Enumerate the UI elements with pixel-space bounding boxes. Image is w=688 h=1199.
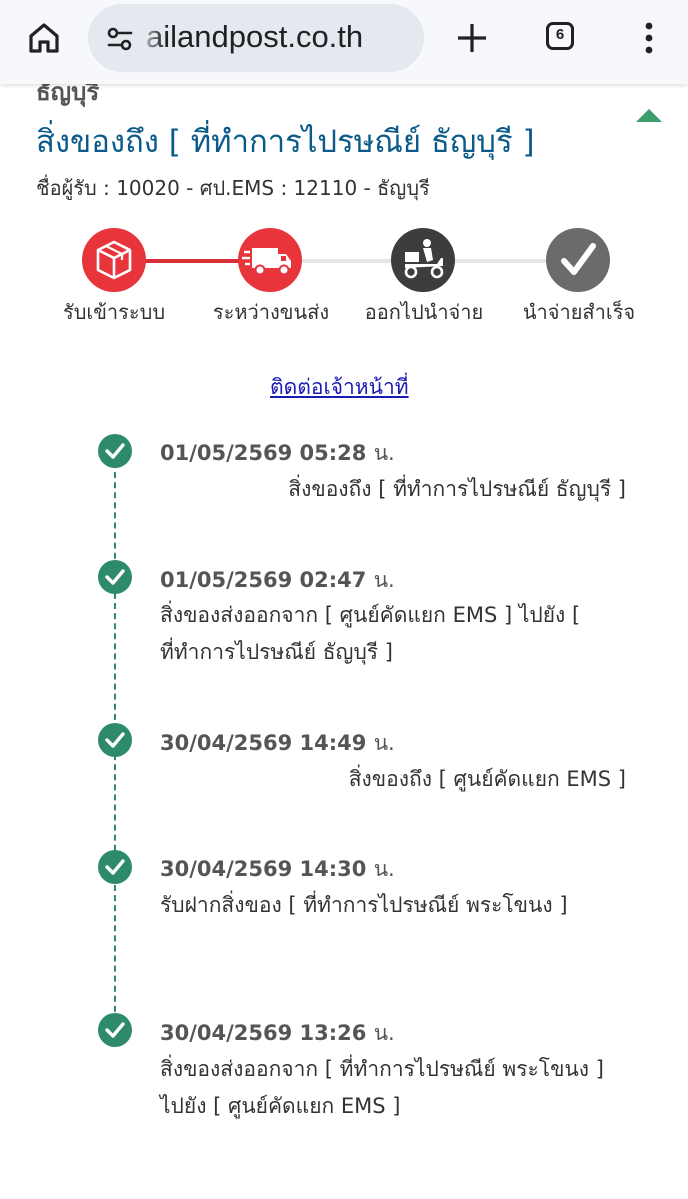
event-datetime-value: 30/04/2569 14:30 [160,857,367,881]
contact-staff-link[interactable]: ติดต่อเจ้าหน้าที่ [270,371,409,404]
tabs-icon[interactable]: 6 [542,18,582,58]
event-description: สิ่งของส่งออกจาก [ ที่ทำการไปรษณีย์ พระโ… [160,1057,604,1118]
event-datetime: 30/04/2569 14:30 น. [160,853,395,886]
step-out-for-delivery [391,228,455,292]
step-label-received: รับเข้าระบบ [62,300,166,324]
url-fade [138,4,164,72]
checkmark-icon [561,243,596,275]
event-datetime: 01/05/2569 05:28 น. [160,437,395,470]
check-circle-icon [98,560,132,594]
event-datetime: 30/04/2569 13:26 น. [160,1017,395,1050]
home-icon[interactable] [22,16,66,60]
more-vert-icon[interactable] [634,16,664,60]
check-circle-icon [98,723,132,757]
event-description: สิ่งของถึง [ ศูนย์คัดแยก EMS ] [348,767,626,791]
truck-icon [242,248,291,276]
step-in-transit [238,228,302,292]
event-datetime-unit: น. [373,568,395,592]
step-label-delivered: นำจ่ายสำเร็จ [522,300,636,324]
event-datetime-value: 01/05/2569 05:28 [160,441,367,465]
check-circle-icon [98,434,132,468]
event-description: รับฝากสิ่งของ [ ที่ทำการไปรษณีย์ พระโขนง… [160,893,568,917]
package-icon [96,240,132,280]
event-datetime-unit: น. [373,857,395,881]
check-circle-icon [98,1013,132,1047]
check-circle-icon [98,850,132,884]
url-text[interactable]: ailandpost.co.th [146,19,363,55]
event-datetime: 30/04/2569 14:49 น. [160,727,395,760]
event-datetime-unit: น. [373,731,395,755]
event-description: สิ่งของส่งออกจาก [ ศูนย์คัดแยก EMS ] ไปย… [160,603,581,664]
plus-icon[interactable] [450,16,494,60]
event-datetime-value: 30/04/2569 13:26 [160,1021,367,1045]
step-label-out-for-delivery: ออกไปนำจ่าย [364,300,484,324]
step-received [82,228,146,292]
event-datetime-unit: น. [373,441,395,465]
event-description: สิ่งของถึง [ ที่ทำการไปรษณีย์ ธัญบุรี ] [288,477,626,501]
event-datetime-value: 01/05/2569 02:47 [160,568,367,592]
step-delivered [546,228,610,292]
address-bar[interactable]: ailandpost.co.th [88,4,424,72]
event-datetime-unit: น. [373,1021,395,1045]
step-label-in-transit: ระหว่างขนส่ง [212,300,330,324]
caret-up-icon[interactable] [634,106,664,124]
event-datetime: 01/05/2569 02:47 น. [160,564,395,597]
recipient-info: ชื่อผู้รับ : 10020 - ศป.EMS : 12110 - ธั… [36,176,430,200]
scooter-icon [404,239,444,279]
site-info-icon[interactable] [106,26,134,52]
browser-toolbar: ailandpost.co.th 6 [0,0,688,84]
tab-count: 6 [555,26,565,43]
event-datetime-value: 30/04/2569 14:49 [160,731,367,755]
status-title: สิ่งของถึง [ ที่ทำการไปรษณีย์ ธัญบุรี ] [36,124,535,160]
